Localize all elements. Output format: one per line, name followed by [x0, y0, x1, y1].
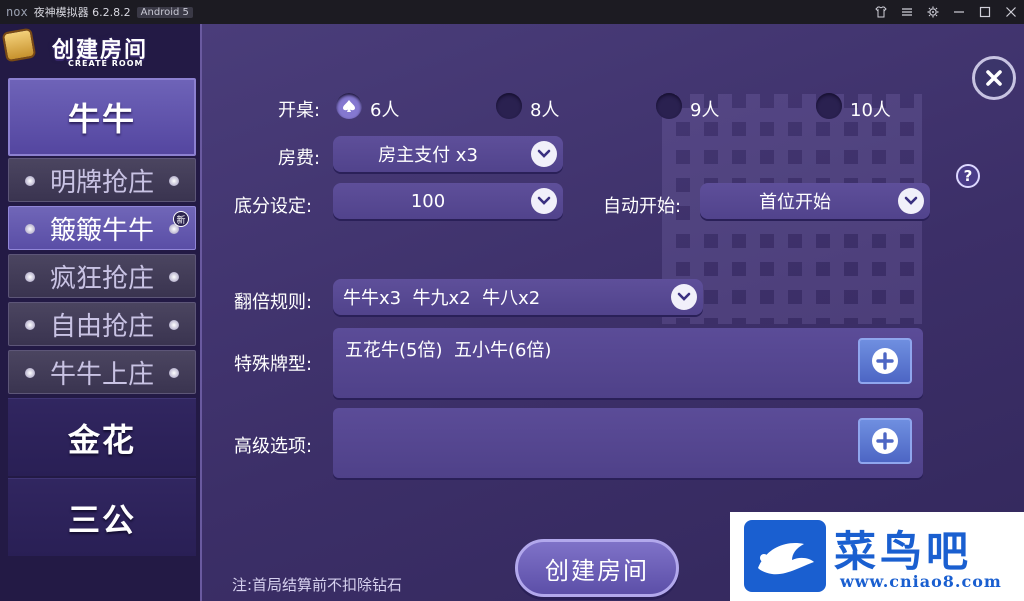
category-niuniu[interactable]: 牛牛 — [8, 78, 196, 156]
multiplier-value: 牛牛x3 牛九x2 牛八x2 — [343, 288, 541, 309]
sub-item-dot-icon — [25, 224, 35, 234]
category-jinhua[interactable]: 金花 — [8, 398, 196, 476]
advanced-options-box[interactable] — [333, 408, 923, 478]
radio-10-players[interactable] — [816, 93, 842, 119]
android-version-badge: Android 5 — [136, 6, 193, 18]
diamond-note: 注:首局结算前不扣除钻石 — [232, 576, 403, 594]
sub-item-dot-icon — [169, 320, 179, 330]
close-button[interactable] — [972, 56, 1016, 100]
sub-item-dot-icon — [169, 176, 179, 186]
spade-icon — [343, 100, 355, 112]
shirt-icon[interactable] — [874, 5, 888, 19]
sub-item-shangzhuang[interactable]: 牛牛上庄 — [8, 350, 196, 394]
chevron-down-icon — [531, 188, 557, 214]
sub-item-dot-icon — [169, 272, 179, 282]
create-room-button[interactable]: 创建房间 — [515, 539, 679, 597]
sub-item-dot-icon — [25, 368, 35, 378]
sub-item-label: 簸簸牛牛 — [49, 215, 154, 246]
sub-item-label: 牛牛上庄 — [49, 359, 154, 390]
fee-value: 房主支付 x3 — [378, 145, 478, 166]
add-advanced-button[interactable] — [858, 418, 912, 464]
auto-start-select[interactable]: 首位开始 — [700, 183, 930, 219]
special-hands-label: 特殊牌型: — [234, 354, 313, 375]
sub-item-boboniuniu[interactable]: 簸簸牛牛 新 — [8, 206, 196, 250]
radio-label-9: 9人 — [690, 100, 720, 121]
radio-label-6: 6人 — [370, 100, 400, 121]
sub-item-dot-icon — [25, 272, 35, 282]
base-score-select[interactable]: 100 — [333, 183, 563, 219]
game-type-sidebar: 创建房间 CREATE ROOM 牛牛 明牌抢庄 簸簸牛牛 新 疯狂抢庄 自由抢… — [0, 24, 200, 601]
auto-start-value: 首位开始 — [759, 192, 831, 213]
minimize-icon[interactable] — [952, 5, 966, 19]
radio-label-8: 8人 — [530, 100, 560, 121]
bird-logo-icon — [744, 520, 826, 592]
multiplier-select[interactable]: 牛牛x3 牛九x2 牛八x2 — [333, 279, 703, 315]
watermark-url: www.cniao8.com — [840, 572, 1002, 591]
table-size-label: 开桌: — [278, 100, 321, 121]
radio-6-players[interactable] — [336, 93, 362, 119]
logo-subtitle: CREATE ROOM — [68, 59, 144, 68]
sub-item-dot-icon — [25, 176, 35, 186]
nox-logo: nox — [6, 5, 28, 19]
multiplier-label: 翻倍规则: — [234, 292, 313, 313]
maximize-icon[interactable] — [978, 5, 992, 19]
site-watermark: 菜鸟吧 www.cniao8.com — [730, 512, 1024, 601]
radio-8-players[interactable] — [496, 93, 522, 119]
category-sangong[interactable]: 三公 — [8, 478, 196, 556]
new-badge: 新 — [173, 211, 189, 227]
auto-start-label: 自动开始: — [603, 196, 682, 217]
special-hands-box[interactable]: 五花牛(5倍) 五小牛(6倍) — [333, 328, 923, 398]
sub-item-dot-icon — [169, 368, 179, 378]
category-label: 牛牛 — [67, 100, 136, 138]
special-hands-value: 五花牛(5倍) 五小牛(6倍) — [345, 340, 552, 361]
plus-icon — [872, 348, 898, 374]
category-label: 金花 — [67, 420, 136, 459]
chevron-down-icon — [898, 188, 924, 214]
radio-label-10: 10人 — [850, 100, 891, 121]
sub-item-ziyou[interactable]: 自由抢庄 — [8, 302, 196, 346]
add-special-button[interactable] — [858, 338, 912, 384]
category-label: 三公 — [67, 500, 136, 539]
window-title: 夜神模拟器 6.2.8.2 — [33, 6, 131, 19]
fee-label: 房费: — [278, 148, 321, 169]
base-score-value: 100 — [410, 190, 446, 212]
sub-item-mingpai[interactable]: 明牌抢庄 — [8, 158, 196, 202]
close-x-icon — [986, 70, 1002, 86]
fee-select[interactable]: 房主支付 x3 — [333, 136, 563, 172]
radio-9-players[interactable] — [656, 93, 682, 119]
chevron-down-icon — [531, 141, 557, 167]
gear-icon[interactable] — [926, 5, 940, 19]
close-icon[interactable] — [1004, 5, 1018, 19]
menu-icon[interactable] — [900, 5, 914, 19]
window-controls — [874, 0, 1018, 24]
base-score-label: 底分设定: — [234, 196, 313, 217]
sub-item-fengkuang[interactable]: 疯狂抢庄 — [8, 254, 196, 298]
plus-icon — [872, 428, 898, 454]
sub-item-label: 明牌抢庄 — [49, 167, 154, 198]
help-icon[interactable]: ? — [956, 164, 980, 188]
sub-item-dot-icon — [25, 320, 35, 330]
watermark-text: 菜鸟吧 — [834, 527, 973, 576]
advanced-options-label: 高级选项: — [234, 436, 313, 457]
create-room-logo: 创建房间 CREATE ROOM — [1, 27, 194, 76]
sub-item-label: 自由抢庄 — [49, 311, 154, 342]
chevron-down-icon — [671, 284, 697, 310]
sub-item-label: 疯狂抢庄 — [49, 263, 154, 294]
emulator-titlebar: nox 夜神模拟器 6.2.8.2 Android 5 — [0, 0, 1024, 24]
logo-badge-icon — [1, 27, 37, 63]
